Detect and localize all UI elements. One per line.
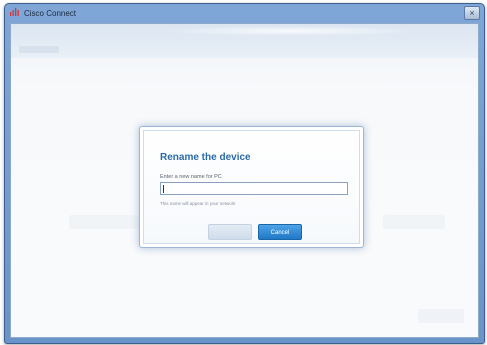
cancel-button[interactable]: Cancel	[258, 224, 302, 240]
text-caret	[163, 185, 164, 193]
cisco-logo-icon	[9, 7, 21, 19]
window-title: Cisco Connect	[24, 8, 77, 18]
close-button[interactable]: ×	[464, 6, 480, 20]
dialog-title: Rename the device	[160, 152, 251, 163]
app-window: Cisco Connect × Rename the device Enter …	[4, 3, 485, 344]
close-icon: ×	[469, 8, 475, 18]
dialog-prompt: Enter a new name for PC	[160, 174, 222, 180]
ok-button[interactable]	[208, 224, 252, 240]
device-name-input[interactable]	[160, 182, 348, 195]
title-bar[interactable]: Cisco Connect ×	[5, 4, 484, 22]
dialog-hint: This name will appear in your network	[160, 201, 236, 206]
dialog-panel: Rename the device Enter a new name for P…	[143, 130, 360, 244]
rename-dialog: Rename the device Enter a new name for P…	[139, 126, 364, 248]
